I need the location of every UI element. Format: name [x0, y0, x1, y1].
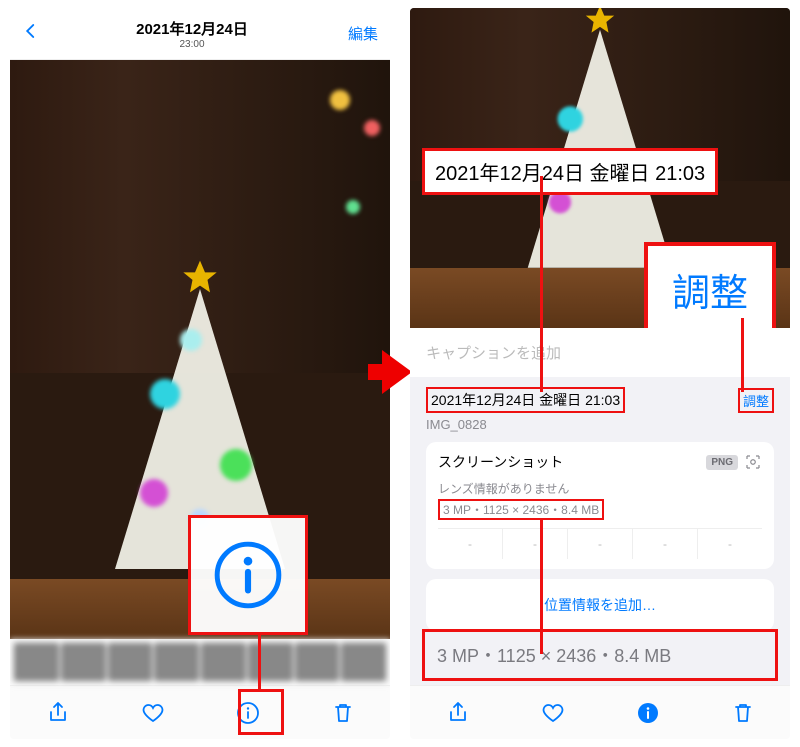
dimensions-callout-large: 3 MP・1125 × 2436・8.4 MB [422, 629, 778, 681]
adjust-callout-large: 調整 [644, 242, 776, 328]
share-button[interactable] [44, 699, 72, 727]
photo-preview[interactable]: 2021年12月24日 金曜日 21:03 調整 [410, 8, 790, 328]
chevron-left-icon [22, 22, 40, 40]
info-button-active[interactable] [634, 699, 662, 727]
share-icon [446, 701, 470, 725]
thumbnail-strip[interactable] [10, 639, 390, 685]
trash-icon [731, 701, 755, 725]
lens-info: レンズ情報がありません [438, 478, 762, 499]
camera-scan-icon [744, 453, 762, 471]
favorite-button[interactable] [139, 699, 167, 727]
dimensions-label: 3 MP・1125 × 2436・8.4 MB [438, 499, 604, 520]
adjust-button[interactable]: 調整 [738, 388, 774, 413]
info-button[interactable] [234, 699, 262, 727]
add-location-button[interactable]: 位置情報を追加… [426, 579, 774, 631]
datetime-callout-large: 2021年12月24日 金曜日 21:03 [422, 148, 718, 195]
info-icon-filled [636, 701, 660, 725]
bottom-toolbar-right [410, 685, 790, 739]
delete-button[interactable] [729, 699, 757, 727]
metadata-datetime: 2021年12月24日 金曜日 21:03 [426, 387, 625, 413]
favorite-button[interactable] [539, 699, 567, 727]
info-icon [236, 701, 260, 725]
star-icon [180, 259, 220, 299]
back-button[interactable] [22, 22, 46, 45]
bottom-toolbar [10, 685, 390, 739]
header-date: 2021年12月24日 [136, 18, 248, 39]
flow-arrow-icon [382, 350, 412, 394]
exif-row: - - - - - [438, 528, 762, 559]
caption-input[interactable]: キャプションを追加 [410, 328, 790, 377]
edit-button[interactable]: 編集 [338, 23, 378, 44]
header: 2021年12月24日 23:00 編集 [10, 8, 390, 60]
format-badge: PNG [706, 455, 738, 470]
heart-icon [141, 701, 165, 725]
info-icon-callout [188, 515, 308, 635]
add-location-label: 位置情報を追加… [544, 597, 656, 613]
filename-label: IMG_0828 [426, 417, 774, 432]
photo-viewer-panel: 2021年12月24日 23:00 編集 [10, 8, 390, 739]
image-info-card: スクリーンショット PNG レンズ情報がありません 3 MP・1125 × 24… [426, 442, 774, 569]
delete-button[interactable] [329, 699, 357, 727]
heart-icon [541, 701, 565, 725]
media-type-label: スクリーンショット [438, 452, 563, 472]
share-button[interactable] [444, 699, 472, 727]
info-icon-large [211, 538, 285, 612]
header-time: 23:00 [136, 39, 248, 50]
photo-info-panel: 2021年12月24日 金曜日 21:03 調整 キャプションを追加 2021年… [410, 8, 790, 739]
share-icon [46, 701, 70, 725]
trash-icon [331, 701, 355, 725]
